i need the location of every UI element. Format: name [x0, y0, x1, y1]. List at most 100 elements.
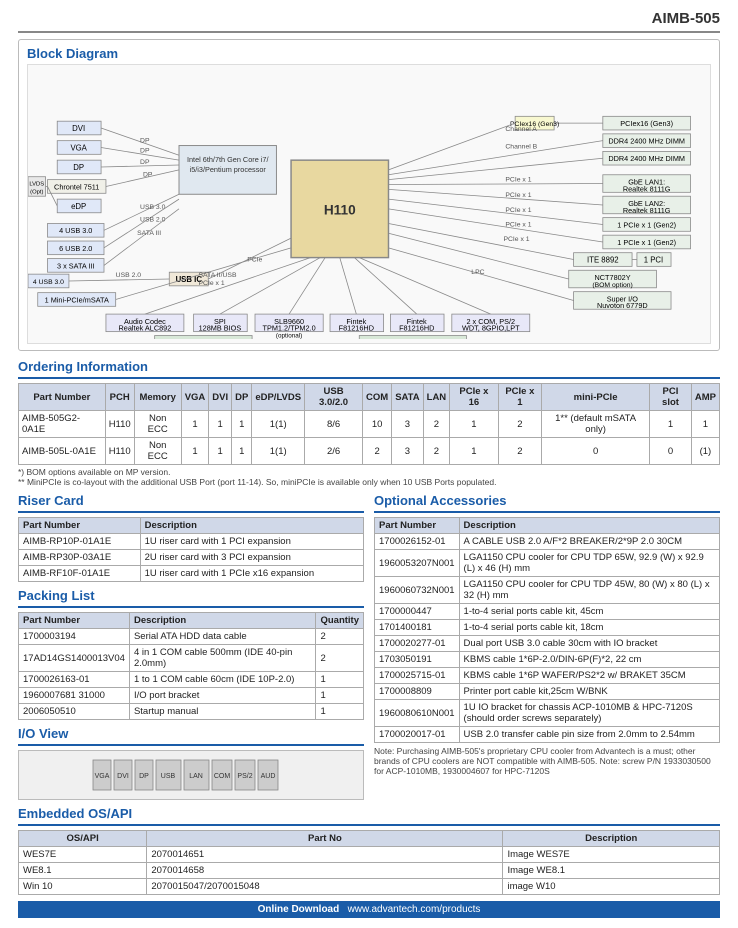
svg-text:Realtek 8111G: Realtek 8111G — [623, 184, 671, 193]
table-row: 17AD14GS1400013V044 in 1 COM cable 500mm… — [19, 645, 364, 672]
svg-text:DP: DP — [73, 163, 84, 172]
svg-text:Realtek 8111G: Realtek 8111G — [623, 206, 671, 215]
svg-text:PCIe x 1: PCIe x 1 — [505, 207, 531, 214]
optional-note: Note: Purchasing AIMB-505's proprietary … — [374, 746, 720, 776]
packing-title: Packing List — [18, 588, 364, 603]
svg-text:PCIe x 1: PCIe x 1 — [505, 221, 531, 228]
svg-text:USB 2.0: USB 2.0 — [140, 217, 166, 224]
block-diagram-image: H110 Intel 6th/7th Gen Core i7/ i5/i3/Pe… — [27, 64, 711, 344]
svg-text:Nuvoton 6779D: Nuvoton 6779D — [597, 301, 648, 310]
table-row: 2006050510Startup manual1 — [19, 704, 364, 720]
svg-text:1 PCIe x 1 (Gen2): 1 PCIe x 1 (Gen2) — [617, 238, 676, 247]
svg-text:Channel B: Channel B — [505, 143, 537, 150]
table-row: 1960060732N001LGA1150 CPU cooler for CPU… — [375, 577, 720, 604]
table-row: 1700025715-01KBMS cable 1*6P WAFER/PS2*2… — [375, 668, 720, 684]
svg-text:PCIe x 1: PCIe x 1 — [505, 177, 531, 184]
svg-text:4 USB 3.0: 4 USB 3.0 — [59, 226, 92, 235]
table-row: 17014001811-to-4 serial ports cable kit,… — [375, 620, 720, 636]
riser-section: Riser Card Part NumberDescription AIMB-R… — [18, 493, 364, 582]
page-header: AIMB-505 — [18, 10, 720, 33]
svg-text:PCIex16 (Gen3): PCIex16 (Gen3) — [620, 119, 673, 128]
ordering-table: Part NumberPCHMemoryVGADVIDPeDP/LVDSUSB … — [18, 383, 720, 465]
embedded-section: Embedded OS/API OS/APIPart NoDescription… — [18, 806, 720, 895]
svg-text:DVI: DVI — [117, 773, 129, 780]
svg-text:USB: USB — [161, 773, 176, 780]
io-view-image: VGA DVI DP USB LAN COM PS/2 — [18, 750, 364, 800]
svg-text:4 USB 3.0: 4 USB 3.0 — [33, 279, 64, 286]
table-row: 1703050191KBMS cable 1*6P-2.0/DIN-6P(F)*… — [375, 652, 720, 668]
block-diagram-title: Block Diagram — [27, 46, 711, 61]
svg-text:128MB BIOS: 128MB BIOS — [199, 324, 242, 333]
svg-text:Realtek ALC892: Realtek ALC892 — [119, 324, 172, 333]
svg-text:PS/2: PS/2 — [237, 773, 252, 780]
table-row: 1700020277-01Dual port USB 3.0 cable 30c… — [375, 636, 720, 652]
table-row: 1960007681 31000I/O port bracket1 — [19, 688, 364, 704]
svg-text:DP: DP — [140, 159, 150, 166]
table-row: WES7E2070014651Image WES7E — [19, 847, 720, 863]
svg-text:F81216HD: F81216HD — [339, 324, 374, 333]
table-row: WE8.12070014658Image WE8.1 — [19, 863, 720, 879]
riser-title: Riser Card — [18, 493, 364, 508]
table-row: 17000004471-to-4 serial ports cable kit,… — [375, 604, 720, 620]
svg-text:F81216HD: F81216HD — [399, 324, 434, 333]
riser-table: Part NumberDescription AIMB-RP10P-01A1E1… — [18, 517, 364, 582]
svg-text:(BOM option): (BOM option) — [592, 282, 633, 289]
svg-text:WDT, 8GPIO,LPT: WDT, 8GPIO,LPT — [462, 324, 520, 333]
two-col-section: Riser Card Part NumberDescription AIMB-R… — [18, 493, 720, 800]
svg-text:AUD: AUD — [261, 773, 276, 780]
svg-text:USB 3.0: USB 3.0 — [140, 204, 166, 211]
svg-text:6 USB 2.0: 6 USB 2.0 — [59, 244, 92, 253]
optional-title: Optional Accessories — [374, 493, 720, 508]
svg-text:(optional): (optional) — [276, 332, 302, 339]
svg-text:VGA: VGA — [95, 773, 110, 780]
svg-text:1 Mini-PCIe/mSATA: 1 Mini-PCIe/mSATA — [45, 295, 109, 304]
io-view-section: I/O View VGA DVI DP USB LAN — [18, 726, 364, 800]
model-title: AIMB-505 — [652, 10, 720, 27]
svg-text:DP: DP — [143, 172, 153, 179]
svg-text:3 x SATA III: 3 x SATA III — [57, 261, 94, 270]
table-row: 1960053207N001LGA1150 CPU cooler for CPU… — [375, 550, 720, 577]
svg-text:PCIe x 1: PCIe x 1 — [505, 192, 531, 199]
svg-text:SATA II/USB: SATA II/USB — [199, 272, 237, 279]
table-row: 1700026152-01A CABLE USB 2.0 A/F*2 BREAK… — [375, 534, 720, 550]
svg-text:COM: COM — [214, 773, 231, 780]
svg-text:DP: DP — [140, 138, 150, 145]
table-row: 1700020017-01USB 2.0 transfer cable pin … — [375, 727, 720, 743]
packing-section: Packing List Part NumberDescriptionQuant… — [18, 588, 364, 720]
svg-text:DVI: DVI — [72, 124, 85, 133]
svg-text:PCIe x 1: PCIe x 1 — [503, 236, 529, 243]
svg-text:PCIe x 1: PCIe x 1 — [199, 280, 225, 287]
table-row: 1700026163-011 to 1 COM cable 60cm (IDE … — [19, 672, 364, 688]
svg-text:DDR4 2400 MHz DIMM: DDR4 2400 MHz DIMM — [608, 137, 685, 146]
svg-text:1 PCIe x 1 (Gen2): 1 PCIe x 1 (Gen2) — [617, 220, 676, 229]
online-download-label: Online Download — [258, 904, 340, 915]
io-view-title: I/O View — [18, 726, 364, 741]
table-row: AIMB-RF10F-01A1E1U riser card with 1 PCI… — [19, 566, 364, 582]
embedded-table: OS/APIPart NoDescription WES7E2070014651… — [18, 830, 720, 895]
embedded-title: Embedded OS/API — [18, 806, 720, 821]
svg-text:DDR4 2400 MHz DIMM: DDR4 2400 MHz DIMM — [608, 154, 685, 163]
svg-text:DP: DP — [140, 147, 150, 154]
svg-text:DP: DP — [139, 773, 149, 780]
svg-text:eDP: eDP — [71, 202, 86, 211]
table-row: AIMB-RP10P-01A1E1U riser card with 1 PCI… — [19, 534, 364, 550]
svg-text:i5/i3/Pentium processor: i5/i3/Pentium processor — [190, 165, 267, 174]
left-column: Riser Card Part NumberDescription AIMB-R… — [18, 493, 364, 800]
svg-text:LAN: LAN — [189, 773, 203, 780]
svg-text:(Opt): (Opt) — [30, 189, 43, 195]
svg-text:Intel 6th/7th Gen Core i7/: Intel 6th/7th Gen Core i7/ — [187, 155, 270, 164]
packing-table: Part NumberDescriptionQuantity 170000319… — [18, 612, 364, 720]
optional-table: Part NumberDescription 1700026152-01A CA… — [374, 517, 720, 743]
table-row: AIMB-505L-0A1EH110Non ECC1111(1)2/623212… — [19, 438, 720, 465]
svg-text:VGA: VGA — [70, 143, 87, 152]
block-diagram-section: Block Diagram H110 Intel 6th/7th Gen Cor… — [18, 39, 720, 351]
ordering-section: Ordering Information Part NumberPCHMemor… — [18, 359, 720, 487]
optional-section: Optional Accessories Part NumberDescript… — [374, 493, 720, 776]
svg-text:USB 2.0: USB 2.0 — [116, 272, 142, 279]
svg-text:Chrontel 7511: Chrontel 7511 — [54, 182, 99, 191]
svg-text:LVDS: LVDS — [29, 181, 44, 187]
ordering-title: Ordering Information — [18, 359, 720, 374]
svg-text:1 PCI: 1 PCI — [644, 255, 663, 264]
svg-text:ITE 8892: ITE 8892 — [587, 255, 619, 264]
table-row: AIMB-505G2-0A1EH110Non ECC1111(1)8/61032… — [19, 411, 720, 438]
